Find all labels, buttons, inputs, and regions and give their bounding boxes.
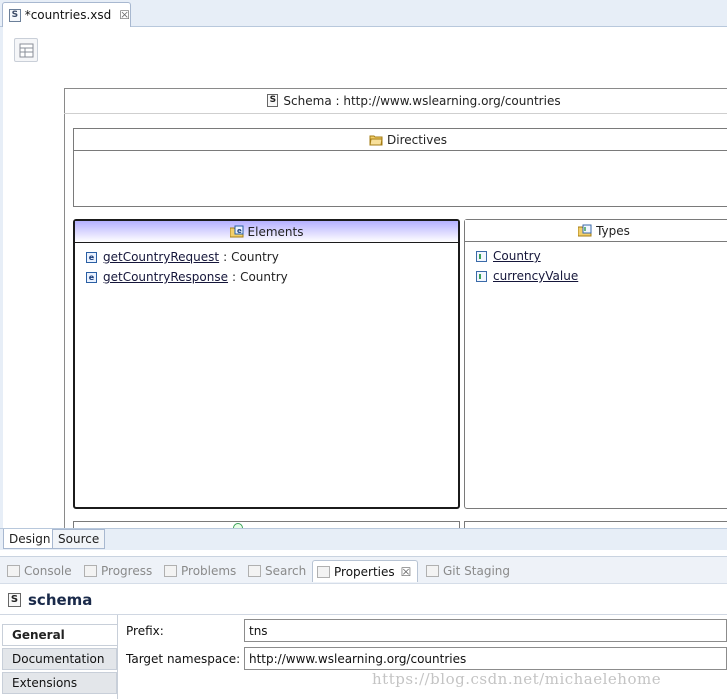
element-row[interactable]: e getCountryRequest : Country	[86, 248, 279, 266]
tab-console[interactable]: Console	[7, 560, 72, 582]
tab-git-staging-label: Git Staging	[443, 564, 511, 578]
tab-progress[interactable]: Progress	[84, 560, 152, 582]
search-icon	[248, 565, 261, 577]
show-properties-toolbar-icon[interactable]	[14, 38, 38, 62]
properties-header: S schema	[0, 586, 727, 614]
target-namespace-label: Target namespace:	[126, 652, 241, 666]
problems-icon	[164, 565, 177, 577]
element-name[interactable]: getCountryResponse	[103, 270, 228, 284]
tab-search[interactable]: Search	[248, 560, 306, 582]
xsd-file-icon: S	[9, 8, 21, 22]
prefix-label: Prefix:	[126, 624, 164, 638]
directives-header: Directives	[74, 129, 727, 151]
progress-icon	[84, 565, 97, 577]
canvas-gutter	[0, 27, 3, 550]
elements-title: Elements	[247, 224, 304, 239]
git-staging-icon	[426, 565, 439, 577]
type-row[interactable]: Country	[476, 247, 541, 265]
properties-title: schema	[28, 591, 93, 609]
element-icon: e	[86, 271, 97, 283]
types-panel[interactable]: Types Country currencyValue	[464, 219, 727, 509]
side-tab-extensions[interactable]: Extensions	[2, 672, 117, 694]
close-icon[interactable]: ☒	[119, 8, 130, 22]
folder-icon	[369, 135, 383, 146]
tab-problems[interactable]: Problems	[164, 560, 236, 582]
type-row[interactable]: currencyValue	[476, 267, 578, 285]
complex-type-icon	[476, 250, 487, 262]
elements-panel[interactable]: e Elements e getCountryRequest : Country…	[73, 219, 460, 509]
directives-title: Directives	[387, 132, 447, 147]
schema-icon: S	[8, 593, 21, 607]
editor-tab-countries-xsd[interactable]: S *countries.xsd ☒	[2, 2, 131, 27]
element-row[interactable]: e getCountryResponse : Country	[86, 268, 288, 286]
element-name[interactable]: getCountryRequest	[103, 250, 219, 264]
tab-search-label: Search	[265, 564, 307, 578]
tab-design[interactable]: Design	[3, 529, 57, 549]
element-type: Country	[240, 270, 288, 284]
tab-source[interactable]: Source	[52, 529, 106, 549]
editor-page-tabs	[0, 528, 727, 550]
complex-type-icon	[476, 270, 487, 282]
element-icon: e	[86, 251, 97, 263]
tab-git-staging[interactable]: Git Staging	[426, 560, 510, 582]
editor-tab-title: *countries.xsd	[24, 8, 112, 22]
side-tabs-border	[117, 615, 118, 699]
target-namespace-field[interactable]	[244, 647, 727, 670]
schema-header-label: Schema : http://www.wslearning.org/count…	[283, 93, 561, 108]
table-icon	[19, 43, 34, 58]
tab-properties[interactable]: Properties ☒	[312, 560, 419, 582]
schema-header[interactable]: S Schema : http://www.wslearning.org/cou…	[64, 88, 727, 114]
close-icon[interactable]: ☒	[401, 565, 412, 579]
types-header: Types	[465, 220, 727, 242]
watermark: https://blog.csdn.net/michaelehome	[372, 670, 662, 688]
element-separator: :	[232, 270, 237, 284]
svg-text:e: e	[237, 227, 242, 235]
tab-properties-label: Properties	[334, 564, 395, 579]
tab-problems-label: Problems	[181, 564, 237, 578]
console-icon	[7, 565, 20, 577]
type-name[interactable]: Country	[493, 249, 541, 263]
directives-panel[interactable]: Directives	[73, 128, 727, 207]
properties-icon	[317, 565, 330, 578]
type-name[interactable]: currencyValue	[493, 269, 578, 283]
element-type: Country	[231, 250, 279, 264]
element-separator: :	[223, 250, 228, 264]
types-title: Types	[596, 223, 630, 238]
types-folder-icon	[578, 224, 592, 237]
side-tab-documentation[interactable]: Documentation	[2, 648, 117, 670]
prefix-field[interactable]	[244, 619, 727, 642]
tab-progress-label: Progress	[101, 564, 153, 578]
elements-folder-icon: e	[229, 225, 244, 238]
schema-icon: S	[267, 94, 279, 107]
side-tab-general[interactable]: General	[2, 624, 117, 646]
elements-header: e Elements	[75, 221, 458, 243]
tab-console-label: Console	[24, 564, 72, 578]
properties-divider	[0, 614, 727, 615]
